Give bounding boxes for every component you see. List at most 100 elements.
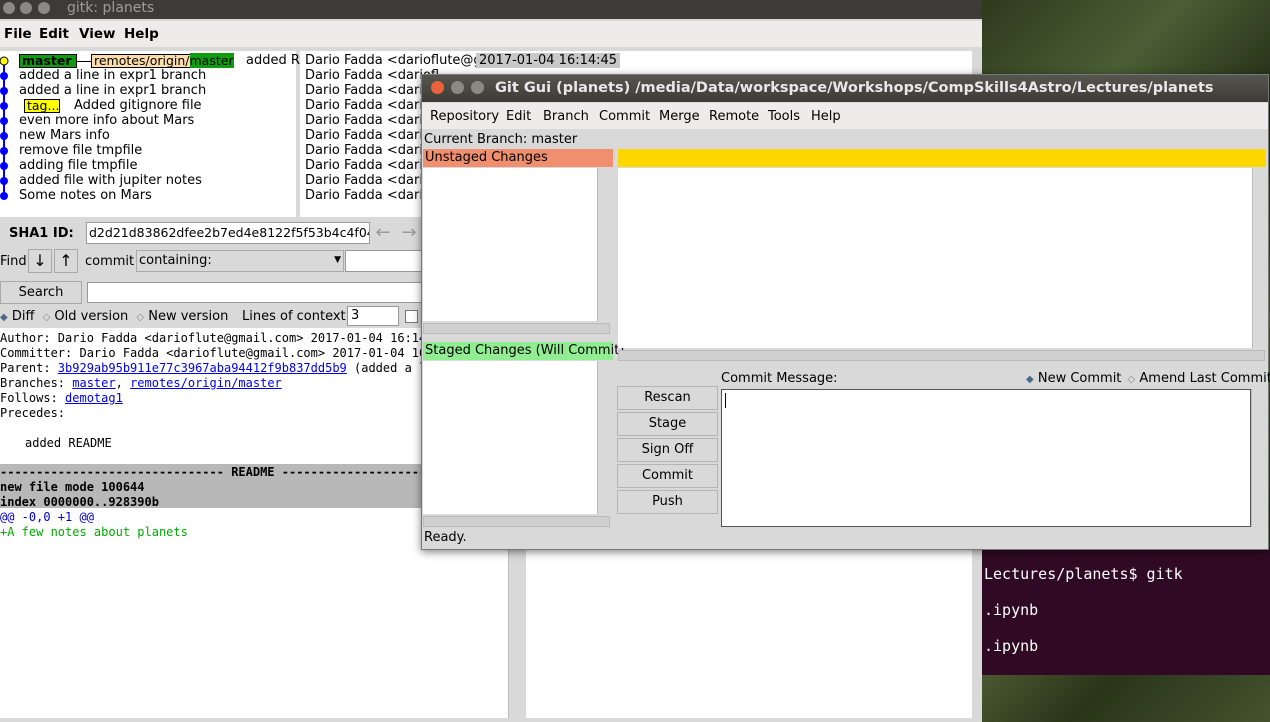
author-cell: Dario Fadda <dariofl — [305, 128, 440, 143]
menu-edit[interactable]: Edit — [39, 26, 69, 42]
diff-radio-label[interactable]: Diff — [12, 309, 35, 324]
ref-connector — [77, 61, 91, 62]
stage-changed-button[interactable]: Stage Changed — [617, 412, 718, 453]
follows-line: Follows: demotag1 — [0, 391, 123, 405]
amend-label[interactable]: Amend Last Commit — [1139, 371, 1270, 386]
diff-scrollbar[interactable] — [1252, 168, 1266, 348]
dropdown-arrow-icon: ▼ — [334, 255, 341, 265]
close-icon[interactable] — [431, 81, 444, 94]
terminal-line: .ipynb — [984, 637, 1039, 655]
gitk-title: gitk: planets — [67, 0, 155, 16]
staged-scrollbar[interactable] — [597, 361, 611, 514]
find-label: Find — [0, 254, 27, 269]
branch-label-master[interactable]: master — [19, 54, 77, 68]
new-version-radio-label[interactable]: New version — [148, 309, 228, 324]
amend-radio-icon[interactable]: ◇ — [1128, 374, 1136, 385]
commit-row[interactable]: Some notes on Mars — [19, 188, 152, 203]
find-input[interactable] — [345, 250, 425, 272]
commit-graph-pane[interactable]: master remotes/origin/master added R add… — [0, 51, 300, 217]
rescan-button[interactable]: Rescan — [617, 386, 718, 410]
containing-select[interactable]: containing: ▼ — [136, 250, 344, 272]
staged-file-list[interactable] — [423, 361, 597, 514]
back-arrow-icon[interactable]: ← — [372, 222, 394, 244]
commit-row[interactable]: adding file tmpfile — [19, 158, 137, 173]
author-cell: Dario Fadda <dariofl — [305, 188, 440, 203]
commit-row[interactable]: added file with jupiter notes — [19, 173, 202, 188]
terminal-line: Lectures/planets$ gitk — [984, 565, 1183, 583]
diff-hscrollbar[interactable] — [618, 350, 1265, 361]
diff-radio-selected-icon[interactable]: ◆ — [0, 312, 8, 323]
commit-message-label: Commit Message: — [721, 371, 838, 386]
menu-file[interactable]: File — [4, 26, 32, 42]
menu-merge[interactable]: Merge — [659, 109, 700, 124]
menu-view[interactable]: View — [79, 26, 115, 42]
author-cell: Dario Fadda <darioflute@g — [305, 53, 476, 68]
diff-index-line: index 0000000..928390b — [0, 495, 159, 509]
new-commit-label[interactable]: New Commit — [1038, 371, 1122, 386]
precedes-line: Precedes: — [0, 406, 66, 420]
commit-row[interactable]: remove file tmpfile — [19, 143, 142, 158]
git-gui-titlebar[interactable]: Git Gui (planets) /media/Data/workspace/… — [422, 75, 1268, 102]
file-list-pane[interactable] — [526, 548, 972, 718]
commit-row[interactable]: even more info about Mars — [19, 113, 194, 128]
menu-help[interactable]: Help — [811, 109, 841, 124]
minimize-icon[interactable] — [20, 2, 32, 14]
git-gui-window: Git Gui (planets) /media/Data/workspace/… — [421, 74, 1270, 550]
menu-commit[interactable]: Commit — [599, 109, 650, 124]
maximize-icon[interactable] — [471, 81, 484, 94]
search-input[interactable] — [87, 282, 427, 303]
close-icon[interactable] — [3, 2, 15, 14]
unstaged-scrollbar[interactable] — [597, 168, 611, 321]
new-version-radio-icon[interactable]: ◇ — [136, 312, 144, 323]
unstaged-hscrollbar[interactable] — [423, 323, 610, 334]
tag-label[interactable]: tag... — [24, 99, 60, 113]
commit-label: commit — [85, 254, 135, 269]
staged-hscrollbar[interactable] — [423, 516, 610, 527]
commit-row[interactable]: Added gitignore file — [74, 98, 202, 113]
commit-row[interactable]: added R — [246, 53, 300, 68]
menu-repository[interactable]: Repository — [430, 109, 499, 124]
current-branch-label: Current Branch: master — [424, 132, 578, 147]
status-bar: Ready. — [424, 530, 467, 545]
commit-button[interactable]: Commit — [617, 464, 718, 488]
text-cursor — [725, 393, 726, 408]
find-down-button[interactable]: ↓ — [28, 249, 52, 273]
branch-link-master[interactable]: master — [72, 376, 115, 390]
maximize-icon[interactable] — [38, 2, 50, 14]
unstaged-file-list[interactable] — [423, 168, 597, 321]
sign-off-button[interactable]: Sign Off — [617, 438, 718, 462]
menu-edit[interactable]: Edit — [506, 109, 531, 124]
checkbox[interactable] — [405, 310, 418, 323]
old-version-radio-label[interactable]: Old version — [54, 309, 128, 324]
branch-label-remote[interactable]: remotes/origin/master — [91, 53, 234, 68]
sha-input[interactable]: d2d21d83862dfee2b7ed4e8122f5f53b4c4f0404 — [86, 222, 370, 244]
commit-row[interactable]: added a line in expr1 branch — [19, 68, 206, 83]
commit-message-input[interactable] — [721, 389, 1251, 527]
branch-link-remote[interactable]: remotes/origin/master — [130, 376, 282, 390]
gitk-titlebar[interactable]: gitk: planets — [0, 0, 982, 19]
diff-view[interactable] — [618, 168, 1252, 348]
commit-message-scrollbar[interactable] — [1251, 389, 1265, 527]
diff-hunk-line: @@ -0,0 +1 @@ — [0, 510, 94, 524]
lines-context-spinbox[interactable]: 3 — [347, 306, 399, 326]
search-button[interactable]: Search — [0, 281, 82, 304]
commit-graph — [0, 56, 9, 200]
menu-tools[interactable]: Tools — [768, 109, 800, 124]
menu-branch[interactable]: Branch — [543, 109, 589, 124]
menu-remote[interactable]: Remote — [709, 109, 759, 124]
forward-arrow-icon[interactable]: → — [398, 222, 420, 244]
minimize-icon[interactable] — [451, 81, 464, 94]
menu-help[interactable]: Help — [124, 26, 159, 42]
push-button[interactable]: Push — [617, 490, 718, 514]
commit-row[interactable]: new Mars info — [19, 128, 110, 143]
new-commit-radio-icon[interactable]: ◆ — [1026, 374, 1034, 385]
commit-message: added README — [25, 436, 112, 450]
sha-label: SHA1 ID: — [9, 226, 74, 241]
follows-link[interactable]: demotag1 — [65, 391, 123, 405]
terminal-window[interactable]: Lectures/planets$ gitk .ipynb .ipynb — [982, 547, 1270, 675]
file-list-scrollbar[interactable] — [972, 548, 982, 718]
old-version-radio-icon[interactable]: ◇ — [43, 312, 51, 323]
find-up-button[interactable]: ↑ — [54, 249, 78, 273]
commit-row[interactable]: added a line in expr1 branch — [19, 83, 206, 98]
parent-link[interactable]: 3b929ab95b911e77c3967aba94412f9b837dd5b9 — [58, 361, 347, 375]
